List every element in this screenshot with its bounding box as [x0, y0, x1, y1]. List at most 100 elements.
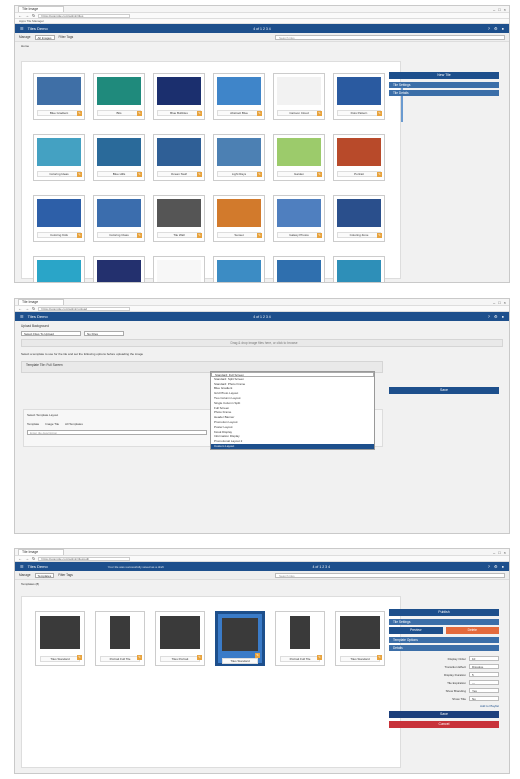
- add-playlist-link[interactable]: Add to Playlist: [389, 704, 499, 708]
- edit-pencil-icon[interactable]: ✎: [77, 111, 82, 116]
- minimize-icon[interactable]: –: [493, 7, 495, 12]
- settings-icon[interactable]: ⚙: [494, 314, 498, 319]
- url-field[interactable]: https://example.com/admin/tiles/edit: [38, 556, 131, 561]
- sidebar-item-template-options[interactable]: Template Options: [389, 637, 499, 643]
- forward-icon[interactable]: →: [25, 556, 29, 561]
- detail-field-value[interactable]: Dissolve: [469, 664, 499, 669]
- user-icon[interactable]: ●: [502, 26, 504, 31]
- edit-pencil-icon[interactable]: ✎: [377, 172, 382, 177]
- save-button[interactable]: Save: [389, 711, 499, 718]
- tile-thumbnail[interactable]: [97, 138, 141, 166]
- template-thumbnail[interactable]: [160, 616, 200, 649]
- tile-thumbnail[interactable]: [337, 199, 381, 227]
- edit-pencil-icon[interactable]: ✎: [377, 233, 382, 238]
- edit-pencil-icon[interactable]: ✎: [77, 172, 82, 177]
- publish-button[interactable]: Publish: [389, 609, 499, 616]
- tile-thumbnail[interactable]: [277, 260, 321, 282]
- reload-icon[interactable]: ↻: [32, 306, 35, 311]
- minimize-icon[interactable]: –: [493, 300, 495, 305]
- edit-pencil-icon[interactable]: ✎: [317, 172, 322, 177]
- edit-pencil-icon[interactable]: ✎: [197, 172, 202, 177]
- maximize-icon[interactable]: □: [498, 550, 500, 555]
- preview-button[interactable]: Preview: [389, 627, 443, 634]
- browser-tab[interactable]: Tile Image: [18, 6, 64, 12]
- template-card[interactable]: Tiles Standard ✎: [335, 611, 385, 666]
- edit-pencil-icon[interactable]: ✎: [255, 653, 260, 658]
- tile-thumbnail[interactable]: [217, 77, 261, 105]
- edit-pencil-icon[interactable]: ✎: [137, 172, 142, 177]
- template-dropdown[interactable]: Standard: Full Screen Standard: Split Scr…: [210, 371, 375, 450]
- tile-thumbnail[interactable]: [97, 260, 141, 282]
- tile-card[interactable]: Ocean Swirl ✎: [153, 134, 205, 181]
- new-tile-button[interactable]: New Tile: [389, 72, 499, 79]
- tile-card[interactable]: Phone Tall✎: [273, 256, 325, 282]
- tile-card[interactable]: Bits ✎: [93, 73, 145, 120]
- breadcrumb[interactable]: Home: [15, 42, 509, 50]
- pager[interactable]: 4 of 1 2 3 4: [313, 565, 331, 569]
- template-thumbnail[interactable]: [222, 618, 258, 651]
- save-button[interactable]: Save: [389, 387, 499, 394]
- manage-select[interactable]: All Images: [34, 34, 55, 40]
- edit-pencil-icon[interactable]: ✎: [377, 111, 382, 116]
- manage-select[interactable]: Templates: [34, 572, 55, 578]
- edit-pencil-icon[interactable]: ✎: [197, 111, 202, 116]
- tile-thumbnail[interactable]: [157, 199, 201, 227]
- tile-thumbnail[interactable]: [37, 77, 81, 105]
- browser-tab[interactable]: Tile Image: [18, 549, 64, 555]
- tile-card[interactable]: Sky Promo✎: [33, 256, 85, 282]
- menu-icon[interactable]: ☰: [20, 26, 24, 31]
- edit-pencil-icon[interactable]: ✎: [257, 233, 262, 238]
- settings-icon[interactable]: ⚙: [494, 26, 498, 31]
- tile-thumbnail[interactable]: [217, 260, 261, 282]
- upload-field[interactable]: No Files: [84, 331, 124, 336]
- tile-thumbnail[interactable]: [277, 138, 321, 166]
- template-thumbnail[interactable]: [110, 616, 130, 649]
- tile-card[interactable]: Coloring Class ✎: [93, 195, 145, 242]
- edit-pencil-icon[interactable]: ✎: [137, 233, 142, 238]
- sidebar-item-details[interactable]: Tile Details: [389, 90, 499, 96]
- sidebar-item-settings[interactable]: Tile Settings: [389, 82, 499, 88]
- filter-tags-label[interactable]: Filter Tags: [58, 573, 73, 577]
- tile-thumbnail[interactable]: [37, 138, 81, 166]
- detail-field-value[interactable]: 10: [469, 656, 499, 661]
- tile-thumbnail[interactable]: [337, 260, 381, 282]
- upload-select[interactable]: Select Files To Upload: [21, 331, 81, 336]
- template-thumbnail[interactable]: [340, 616, 380, 649]
- tile-thumbnail[interactable]: [217, 199, 261, 227]
- back-icon[interactable]: ←: [18, 13, 22, 18]
- edit-pencil-icon[interactable]: ✎: [137, 655, 142, 660]
- edit-pencil-icon[interactable]: ✎: [317, 655, 322, 660]
- tile-card[interactable]: Dots Pattern ✎: [333, 73, 385, 120]
- edit-pencil-icon[interactable]: ✎: [317, 233, 322, 238]
- tile-thumbnail[interactable]: [157, 138, 201, 166]
- tile-thumbnail[interactable]: [157, 260, 201, 282]
- user-icon[interactable]: ●: [502, 314, 504, 319]
- tile-thumbnail[interactable]: [37, 260, 81, 282]
- template-card[interactable]: Tiles Standard ✎: [35, 611, 85, 666]
- tile-card[interactable]: Cartoon Cloud ✎: [273, 73, 325, 120]
- tile-card[interactable]: Blue Bubbles ✎: [153, 73, 205, 120]
- close-icon[interactable]: ×: [504, 550, 506, 555]
- detail-field-value[interactable]: No: [469, 696, 499, 701]
- tile-card[interactable]: Garden ✎: [273, 134, 325, 181]
- tile-thumbnail[interactable]: [337, 138, 381, 166]
- close-icon[interactable]: ×: [504, 300, 506, 305]
- sidebar-item-tile-settings[interactable]: Tile Settings: [389, 619, 499, 625]
- edit-pencil-icon[interactable]: ✎: [257, 111, 262, 116]
- sidebar-item-details[interactable]: Details: [389, 645, 499, 651]
- tab-template[interactable]: Template: [27, 422, 39, 426]
- reload-icon[interactable]: ↻: [32, 13, 35, 18]
- tile-thumbnail[interactable]: [217, 138, 261, 166]
- back-icon[interactable]: ←: [18, 306, 22, 311]
- filter-tags-label[interactable]: Filter Tags: [59, 35, 74, 39]
- dropdown-option-selected[interactable]: Custom Layout: [211, 443, 374, 449]
- template-thumbnail[interactable]: [290, 616, 310, 649]
- maximize-icon[interactable]: □: [498, 7, 500, 12]
- tile-thumbnail[interactable]: [37, 199, 81, 227]
- menu-icon[interactable]: ☰: [20, 314, 24, 319]
- tile-card[interactable]: Portrait ✎: [333, 134, 385, 181]
- settings-icon[interactable]: ⚙: [494, 564, 498, 569]
- tile-card[interactable]: Wave Blue✎: [213, 256, 265, 282]
- edit-pencil-icon[interactable]: ✎: [137, 111, 142, 116]
- tile-thumbnail[interactable]: [157, 77, 201, 105]
